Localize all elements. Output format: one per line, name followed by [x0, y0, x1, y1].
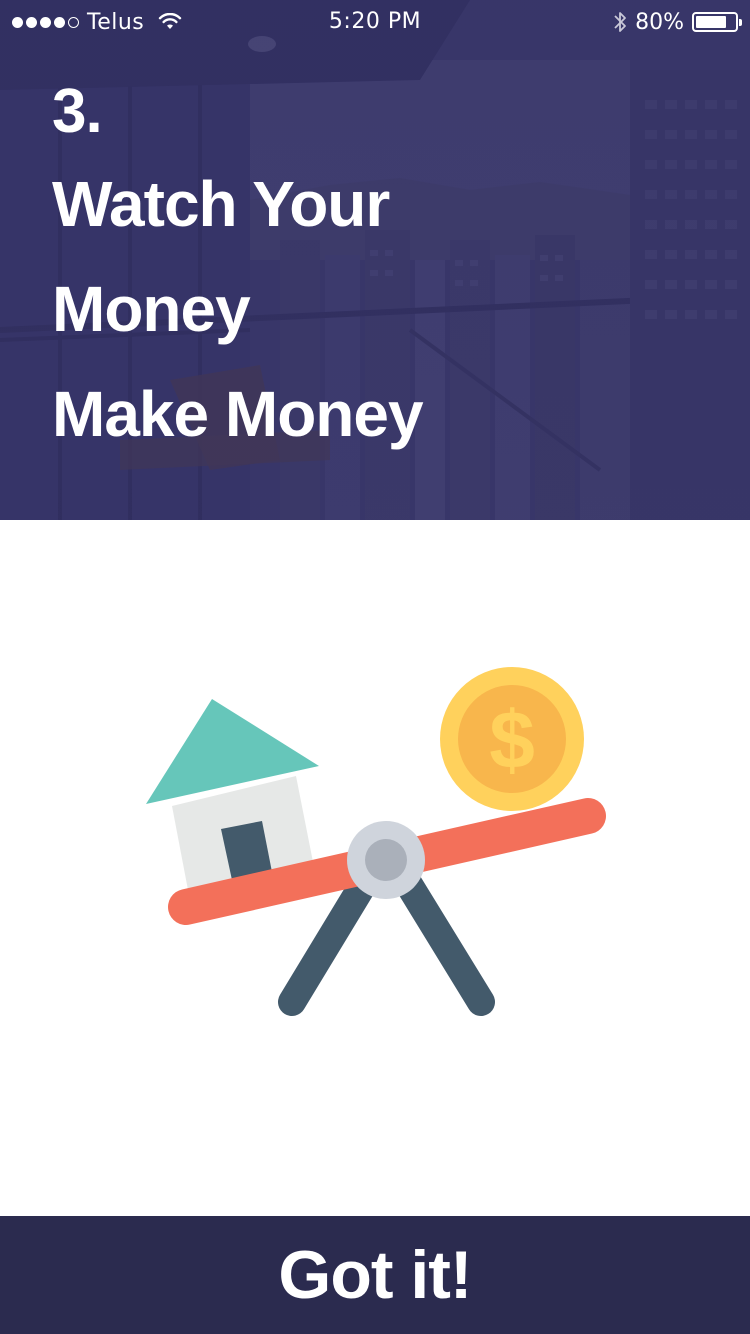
svg-text:$: $ [489, 695, 535, 786]
battery-tip [739, 19, 742, 26]
dollar-coin-icon: $ [440, 667, 584, 811]
battery-percent: 80% [635, 9, 684, 35]
hero-header: Telus 5:20 PM 80% 3. Watch Your Money Ma… [0, 0, 750, 520]
got-it-button[interactable]: Got it! [0, 1216, 750, 1334]
onboarding-title: 3. Watch Your Money Make Money [52, 72, 424, 467]
house-coin-seesaw-illustration: $ [146, 667, 606, 1016]
battery-icon [692, 12, 742, 32]
step-number: 3. [52, 77, 103, 146]
battery-level [696, 16, 726, 28]
house-icon [146, 699, 319, 890]
onboarding-screen: Telus 5:20 PM 80% 3. Watch Your Money Ma… [0, 0, 750, 1334]
title-line-1: Watch Your [52, 168, 390, 240]
title-line-2: Money [52, 273, 251, 345]
status-bar: Telus 5:20 PM 80% [0, 0, 750, 44]
status-bar-right: 80% [613, 8, 742, 36]
seesaw-pivot-center [365, 839, 407, 881]
bluetooth-icon [614, 12, 626, 32]
title-line-3: Make Money [52, 378, 424, 450]
